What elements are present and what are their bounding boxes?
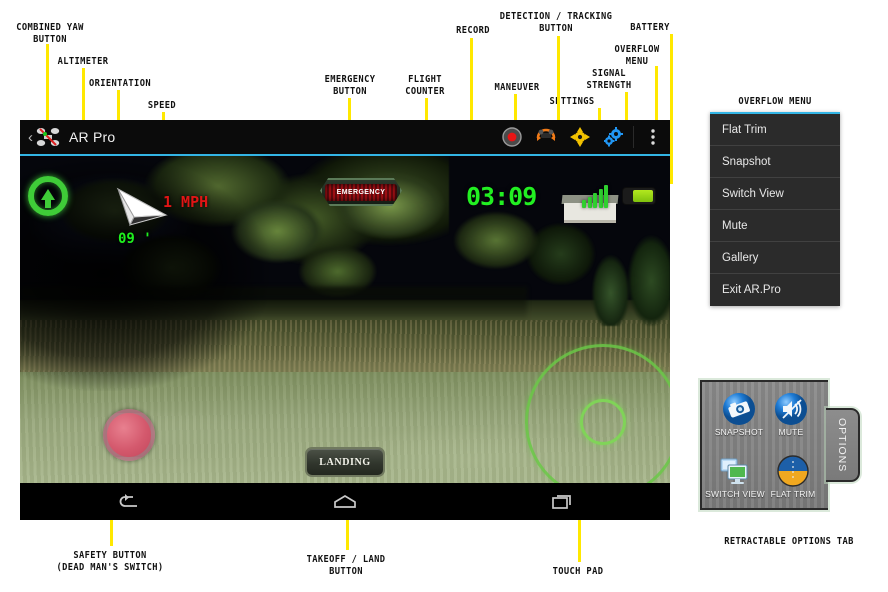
speaker-mute-icon (774, 392, 808, 426)
settings-icon[interactable] (597, 120, 631, 155)
maneuver-icon[interactable] (529, 120, 563, 155)
app-title: AR Pro (69, 129, 116, 145)
nav-back-button[interactable] (98, 493, 158, 511)
options-item-mute[interactable]: MUTE (760, 392, 822, 437)
options-item-switch-view[interactable]: SWITCH VIEW (704, 454, 766, 499)
nav-recents-button[interactable] (532, 493, 592, 511)
options-tab-panel: SNAPSHOT MUTE SWITCH VIEW FLAT TRIM (700, 380, 828, 510)
emergency-button-label: EMERGENCY (336, 188, 386, 196)
monitors-icon (718, 454, 752, 488)
touch-pad-thumb[interactable] (580, 399, 626, 445)
emergency-button-face: EMERGENCY (325, 183, 397, 201)
horizon-icon (776, 454, 810, 488)
overflow-item-switch-view[interactable]: Switch View (710, 178, 840, 210)
back-chevron-icon[interactable]: ‹ (28, 130, 33, 145)
flight-counter-readout: 03:09 (466, 182, 537, 211)
annotation-combined-yaw: COMBINED YAW BUTTON (16, 22, 84, 45)
action-bar-icons (495, 120, 670, 154)
annotation-takeoff-land: TAKEOFF / LAND BUTTON (306, 554, 386, 577)
toolbar-divider (633, 126, 634, 148)
annotation-flight-counter: FLIGHT COUNTER (405, 74, 445, 97)
annotation-emergency: EMERGENCY BUTTON (324, 74, 376, 97)
combined-yaw-button[interactable] (28, 176, 68, 216)
annotation-overflow-menu: OVERFLOW MENU (614, 44, 660, 67)
overflow-item-gallery[interactable]: Gallery (710, 242, 840, 274)
battery-indicator (622, 187, 656, 205)
annotation-orientation: ORIENTATION (89, 78, 151, 89)
emergency-button[interactable]: EMERGENCY (320, 178, 402, 206)
overflow-item-flat-trim[interactable]: Flat Trim (710, 114, 840, 146)
video-feed[interactable]: 1 MPH 09 ' EMERGENCY 03:09 LANDING (20, 156, 670, 483)
camera-icon (722, 392, 756, 426)
annotation-record: RECORD (456, 25, 490, 36)
signal-strength-indicator (582, 184, 608, 208)
overflow-item-exit[interactable]: Exit AR.Pro (710, 274, 840, 306)
battery-fill (633, 190, 653, 202)
annotation-speed: SPEED (147, 100, 177, 111)
leader-line-battery (670, 34, 673, 184)
options-tab-handle-label: OPTIONS (836, 417, 848, 473)
nav-home-button[interactable] (315, 493, 375, 511)
record-icon[interactable] (495, 120, 529, 155)
options-label-switch-view: SWITCH VIEW (705, 489, 765, 499)
yaw-arrow-icon (41, 188, 55, 208)
overflow-item-mute[interactable]: Mute (710, 210, 840, 242)
detection-tracking-icon[interactable] (563, 120, 597, 155)
options-item-flat-trim[interactable]: FLAT TRIM (762, 454, 824, 499)
overflow-menu-icon[interactable] (636, 120, 670, 155)
android-nav-bar (20, 483, 670, 520)
overflow-menu-caption: OVERFLOW MENU (738, 96, 812, 107)
takeoff-land-button[interactable]: LANDING (305, 447, 385, 477)
overflow-item-snapshot[interactable]: Snapshot (710, 146, 840, 178)
tablet-screenshot: ‹ AR Pro 1 MPH 09 ' EMERGENCY 03:09 LAND… (20, 120, 670, 520)
ardrone-logo-icon (35, 126, 61, 148)
annotation-signal-strength: SIGNAL STRENGTH (586, 68, 632, 91)
annotation-altimeter: ALTIMETER (57, 56, 109, 67)
options-tab-caption: RETRACTABLE OPTIONS TAB (724, 536, 854, 547)
options-tab-handle[interactable]: OPTIONS (826, 408, 860, 482)
annotation-detection-tracking: DETECTION / TRACKING BUTTON (499, 11, 613, 34)
diagram-root: COMBINED YAW BUTTON ALTIMETER ORIENTATIO… (0, 0, 888, 592)
annotation-safety-button: SAFETY BUTTON (DEAD MAN'S SWITCH) (56, 550, 164, 573)
annotation-maneuver: MANEUVER (494, 82, 540, 93)
takeoff-land-label: LANDING (319, 456, 371, 468)
altimeter-readout: 09 ' (118, 231, 152, 247)
annotation-touch-pad: TOUCH PAD (552, 566, 604, 577)
app-action-bar: ‹ AR Pro (20, 120, 670, 156)
options-label-mute: MUTE (778, 427, 804, 437)
overflow-menu-panel: Flat Trim Snapshot Switch View Mute Gall… (710, 112, 840, 306)
annotation-battery: BATTERY (630, 22, 670, 33)
safety-button[interactable] (103, 409, 155, 461)
speed-readout: 1 MPH (163, 193, 209, 211)
options-label-flat-trim: FLAT TRIM (770, 489, 816, 499)
annotation-settings: SETTINGS (549, 96, 595, 107)
